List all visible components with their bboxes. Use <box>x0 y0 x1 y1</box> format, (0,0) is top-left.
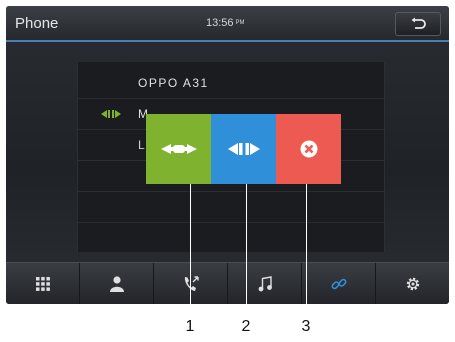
connected-device-icon <box>101 110 121 118</box>
device-row[interactable]: OPPO A31 <box>78 68 384 99</box>
device-action-popup <box>146 114 341 184</box>
nav-keypad[interactable] <box>6 263 80 304</box>
nav-settings[interactable] <box>376 263 449 304</box>
clock-ampm: PM <box>235 20 245 27</box>
clock-time: 13:56 <box>206 17 234 29</box>
delete-device-button[interactable] <box>276 114 341 184</box>
device-name: OPPO A31 <box>138 76 209 90</box>
top-bar: Phone 13:56 PM <box>6 6 449 42</box>
clock: 13:56 PM <box>206 17 245 29</box>
device-row-empty <box>78 192 384 223</box>
callout-line <box>306 184 307 316</box>
bottom-nav-bar <box>6 262 449 304</box>
back-button[interactable] <box>395 12 441 36</box>
keypad-icon <box>35 277 50 291</box>
callout-label: 2 <box>241 318 251 335</box>
disconnect-button[interactable] <box>211 114 276 184</box>
back-arrow-icon <box>411 17 426 29</box>
contacts-icon <box>109 276 124 292</box>
link-icon <box>331 278 346 290</box>
connect-handshake-icon <box>160 144 197 154</box>
nav-bluetooth-link[interactable] <box>302 263 376 304</box>
music-icon <box>258 276 272 292</box>
app-title: Phone <box>15 15 59 32</box>
nav-call-log[interactable] <box>154 263 228 304</box>
connect-button[interactable] <box>146 114 211 184</box>
disconnect-icon <box>227 143 260 155</box>
nav-music[interactable] <box>228 263 302 304</box>
device-name: L <box>138 138 147 152</box>
callout-line <box>246 184 247 316</box>
delete-icon <box>300 140 317 158</box>
callout-line <box>190 184 191 316</box>
nav-contacts[interactable] <box>80 263 154 304</box>
settings-gear-icon <box>406 277 419 291</box>
callout-label: 3 <box>301 318 311 335</box>
callout-label: 1 <box>185 318 195 335</box>
